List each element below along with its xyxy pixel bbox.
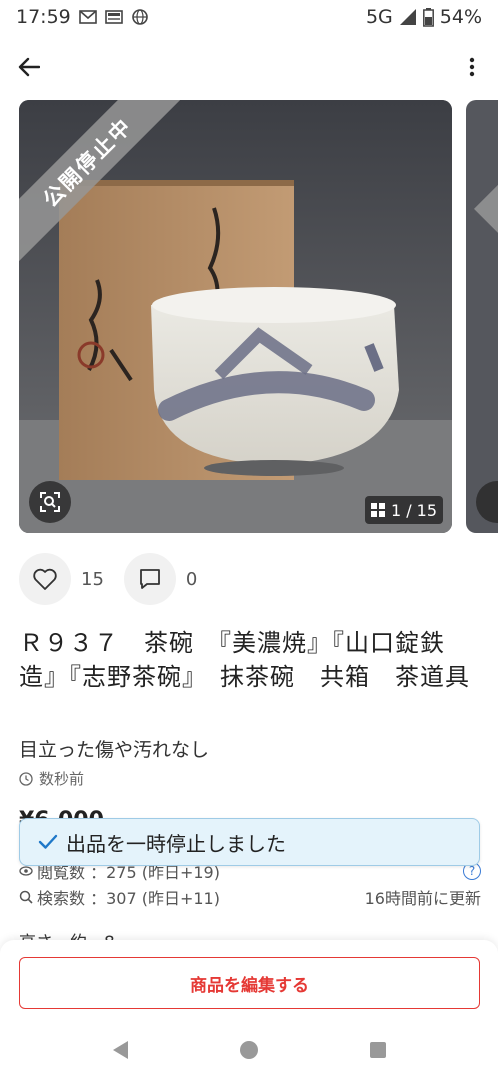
edit-item-button[interactable]: 商品を編集する [19, 957, 480, 1009]
network-type: 5G [365, 6, 393, 28]
battery-level: 54% [439, 6, 482, 28]
bottom-action-bar: 商品を編集する [0, 940, 498, 1020]
nav-back-icon[interactable] [111, 1040, 129, 1060]
image-search-button-next[interactable] [476, 481, 498, 523]
battery-icon [422, 7, 434, 27]
clock-icon [19, 771, 33, 786]
image-search-icon [40, 492, 60, 512]
mail-icon [78, 10, 97, 24]
image-search-button[interactable] [29, 481, 71, 523]
signal-icon [399, 9, 416, 25]
nav-home-icon[interactable] [239, 1040, 259, 1060]
status-bar: 17:59 5G 54% [0, 0, 498, 34]
top-app-bar [0, 44, 498, 90]
arrow-left-icon [18, 57, 40, 77]
comment-icon [140, 569, 160, 589]
eye-icon [19, 866, 33, 876]
photo-gallery[interactable]: 公開停止中 1 / 15 [19, 100, 498, 533]
toast-notification: 出品を一時停止しました [19, 818, 480, 866]
back-button[interactable] [12, 50, 46, 84]
heart-icon [33, 568, 57, 590]
grid-icon [370, 503, 385, 517]
searches-text: 検索数 ：307 (昨日+11) [37, 889, 220, 908]
searches-row: 検索数 ：307 (昨日+11) 16時間前に更新 [19, 884, 481, 910]
toast-message: 出品を一時停止しました [66, 831, 286, 856]
updated-text: 16時間前に更新 [364, 889, 481, 908]
status-time: 17:59 [16, 6, 71, 28]
photo-counter: 1 / 15 [365, 496, 443, 524]
check-icon [38, 834, 58, 849]
comment-button[interactable] [123, 553, 176, 605]
product-photo[interactable]: 公開停止中 1 / 15 [19, 100, 452, 533]
suspended-banner-next [474, 124, 498, 240]
system-nav-bar [0, 1020, 498, 1080]
search-icon [19, 890, 33, 904]
item-title: Ｒ９３７ 茶碗 『美濃焼』『山口錠鉄造』『志野茶碗』 抹茶碗 共箱 茶道具 [19, 629, 470, 691]
item-condition: 目立った傷や汚れなし [19, 739, 210, 761]
like-button[interactable] [19, 553, 71, 605]
more-options-button[interactable] [460, 50, 484, 84]
news-icon [104, 10, 123, 24]
globe-icon [131, 9, 148, 25]
nav-recents-icon[interactable] [369, 1041, 387, 1059]
like-count: 15 [81, 568, 104, 590]
more-vertical-icon [469, 57, 475, 77]
action-row: 15 0 [19, 553, 217, 605]
posted-time-text: 数秒前 [39, 770, 85, 788]
posted-time: 数秒前 [19, 768, 84, 789]
comment-count: 0 [185, 568, 198, 590]
next-photo[interactable] [466, 100, 498, 533]
photo-counter-text: 1 / 15 [390, 500, 438, 520]
